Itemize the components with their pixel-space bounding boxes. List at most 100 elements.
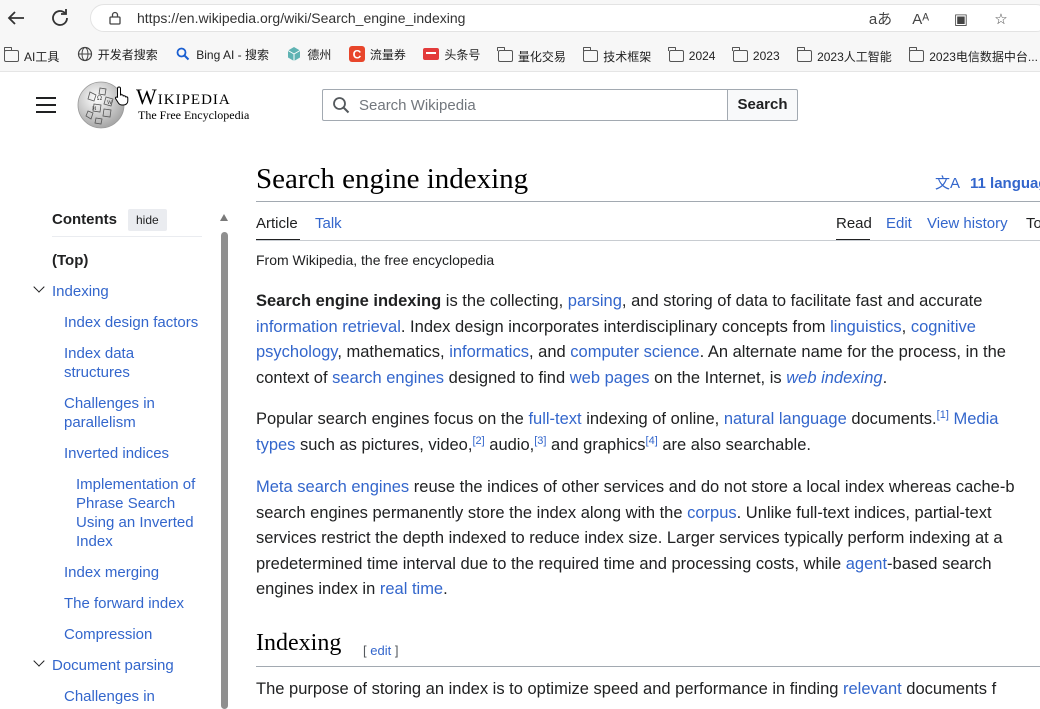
search-input[interactable]: Search Wikipedia <box>322 89 728 121</box>
indexing-paragraph: The purpose of storing an index is to op… <box>256 680 997 698</box>
refresh-icon[interactable] <box>48 6 72 30</box>
translate-icon: 文A <box>935 175 961 192</box>
link-search-engines[interactable]: search engines <box>332 369 444 387</box>
toc-item-top[interactable]: (Top) <box>52 251 88 270</box>
wikipedia-wordmark[interactable]: Wikipedia <box>136 84 231 110</box>
text-format-icon[interactable]: Aᴬ <box>903 11 939 28</box>
bookmark-tech-framework[interactable]: 技术框架 <box>582 38 651 71</box>
tabs-divider <box>256 240 1040 241</box>
citation-1[interactable]: [1] <box>937 409 949 421</box>
bookmark-dev-search[interactable]: 开发者搜索 <box>77 36 158 71</box>
link-computer-science[interactable]: computer science <box>570 343 699 361</box>
bookmark-2023[interactable]: 2023 <box>732 38 780 71</box>
page-title: Search engine indexing <box>256 163 529 195</box>
bookmark-toutiao[interactable]: 头条号 <box>423 36 480 71</box>
folder-icon <box>908 47 925 62</box>
toc-item-challenges-in-parallelism[interactable]: Challenges in parallelism <box>64 394 174 432</box>
link-parsing[interactable]: parsing <box>568 292 622 310</box>
read-aloud-icon[interactable]: aあ <box>862 8 898 29</box>
tab-talk[interactable]: Talk <box>315 215 342 232</box>
toc-item-indexing[interactable]: Indexing <box>52 282 109 301</box>
toutiao-icon <box>423 48 440 60</box>
split-screen-icon[interactable]: ▣ <box>943 10 979 28</box>
folder-icon <box>582 47 599 62</box>
link-agent[interactable]: agent <box>846 555 887 573</box>
toc-title: Contents <box>52 211 117 228</box>
link-full-text[interactable]: full-text <box>528 410 581 428</box>
section-divider <box>256 666 1040 667</box>
svg-text:W: W <box>107 100 113 106</box>
link-natural-language[interactable]: natural language <box>724 410 847 428</box>
bookmark-quant-trading[interactable]: 量化交易 <box>497 38 566 71</box>
link-web-indexing[interactable]: web indexing <box>786 369 882 387</box>
toc-item-forward-index[interactable]: The forward index <box>64 594 184 613</box>
intro-paragraph: Search engine indexing is the collecting… <box>256 292 1006 387</box>
favorites-icon[interactable]: ☆ <box>983 10 1019 28</box>
main-menu-icon[interactable] <box>36 97 56 113</box>
link-informatics[interactable]: informatics <box>449 343 529 361</box>
tab-tools[interactable]: To <box>1026 215 1040 232</box>
toc-item-index-design-factors[interactable]: Index design factors <box>64 313 198 332</box>
citation-2[interactable]: [2] <box>472 435 484 447</box>
toc-item-challenges[interactable]: Challenges in <box>64 687 155 706</box>
back-arrow-icon[interactable] <box>4 6 28 30</box>
toc-item-document-parsing[interactable]: Document parsing <box>52 656 174 675</box>
address-bar[interactable]: https://en.wikipedia.org/wiki/Search_eng… <box>90 4 1040 32</box>
bookmark-traffic-coupon[interactable]: C 流量券 <box>348 36 406 71</box>
link-media-types[interactable]: Media <box>953 410 998 428</box>
search-icon <box>333 97 350 114</box>
link-relevant[interactable]: relevant <box>843 680 902 698</box>
toc-item-compression[interactable]: Compression <box>64 625 152 644</box>
toc-item-inverted-indices[interactable]: Inverted indices <box>64 444 169 463</box>
link-information-retrieval[interactable]: information retrieval <box>256 318 401 336</box>
tab-edit[interactable]: Edit <box>886 215 912 232</box>
folder-icon <box>796 47 813 62</box>
folder-icon <box>497 47 513 62</box>
tab-article[interactable]: Article <box>256 215 298 232</box>
bookmark-2023-ai[interactable]: 2023人工智能 <box>796 38 892 71</box>
link-cognitive-psychology[interactable]: cognitive <box>911 318 976 336</box>
lock-icon <box>109 11 121 25</box>
chevron-down-icon[interactable] <box>33 655 45 667</box>
link-linguistics[interactable]: linguistics <box>830 318 902 336</box>
search-placeholder: Search Wikipedia <box>359 97 476 114</box>
section-edit-link[interactable]: [ edit ] <box>363 643 398 658</box>
bookmark-dezhou[interactable]: 德州 <box>286 36 331 71</box>
link-media-types-2[interactable]: types <box>256 436 295 454</box>
wikipedia-tagline: The Free Encyclopedia <box>138 108 250 122</box>
bookmark-2024[interactable]: 2024 <box>668 38 715 71</box>
bookmark-2023-telecom[interactable]: 2023电信数据中台... <box>908 38 1038 71</box>
citation-3[interactable]: [3] <box>534 435 546 447</box>
link-meta-search-engines[interactable]: Meta search engines <box>256 478 409 496</box>
link-corpus[interactable]: corpus <box>687 504 737 522</box>
toc-scrollbar[interactable] <box>221 232 228 709</box>
search-icon <box>176 47 190 61</box>
link-real-time[interactable]: real time <box>380 580 443 598</box>
folder-icon <box>668 47 684 62</box>
toc-item-index-merging[interactable]: Index merging <box>64 563 159 582</box>
link-web-pages[interactable]: web pages <box>570 369 650 387</box>
language-selector[interactable]: 文A 11 languag <box>935 172 1040 193</box>
svg-text:Ω: Ω <box>97 95 102 102</box>
chevron-down-icon[interactable] <box>33 281 45 293</box>
title-divider <box>256 201 1040 202</box>
toc-hide-button[interactable]: hide <box>128 209 167 231</box>
cube-icon <box>288 47 301 61</box>
bold-term: Search engine indexing <box>256 292 442 310</box>
link-cognitive-psychology-2[interactable]: psychology <box>256 343 337 361</box>
bookmark-bing-ai[interactable]: Bing AI - 搜索 <box>175 36 269 71</box>
mouse-pointer-icon <box>114 86 129 106</box>
search-button[interactable]: Search <box>727 89 798 121</box>
browser-toolbar: https://en.wikipedia.org/wiki/Search_eng… <box>0 0 1040 36</box>
tab-read[interactable]: Read <box>836 215 872 232</box>
svg-text:И: И <box>92 106 97 112</box>
scroll-up-arrow-icon[interactable] <box>220 214 228 221</box>
citation-4[interactable]: [4] <box>646 435 658 447</box>
toc-item-index-data-structures[interactable]: Index data structures <box>64 344 174 382</box>
toc-item-phrase-search[interactable]: Implementation of Phrase Search Using an… <box>76 475 211 551</box>
section-heading-indexing: Indexing <box>256 630 342 656</box>
tab-view-history[interactable]: View history <box>927 215 1008 232</box>
c-logo-icon: C <box>348 46 365 62</box>
bookmark-ai-tools[interactable]: AI工具 <box>3 38 59 71</box>
url-text[interactable]: https://en.wikipedia.org/wiki/Search_eng… <box>137 10 465 26</box>
